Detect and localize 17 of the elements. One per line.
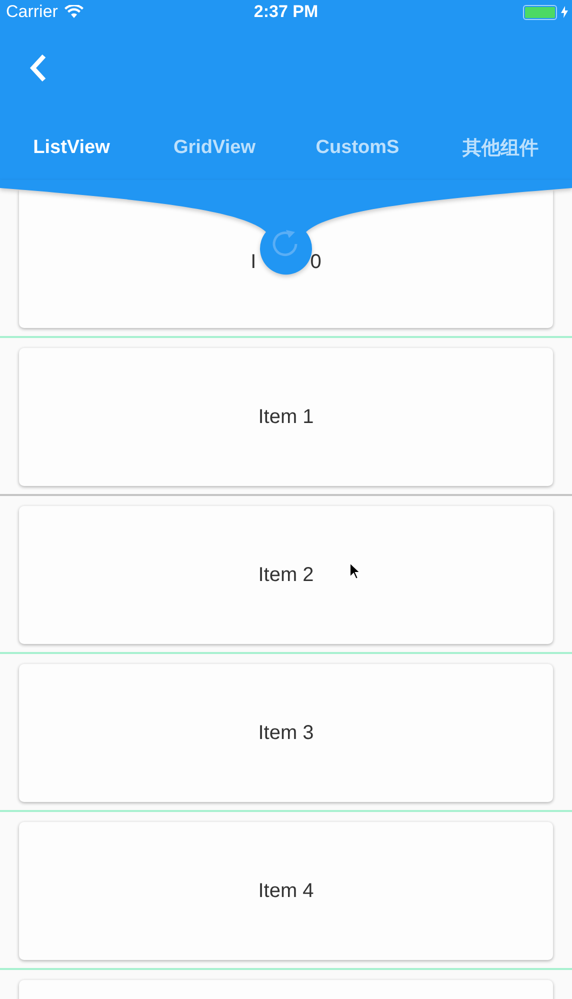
- refresh-icon: [272, 230, 298, 256]
- clock-time: 2:37 PM: [254, 2, 318, 22]
- list-card[interactable]: Item 2: [19, 506, 553, 644]
- item-label: 0: [310, 250, 322, 274]
- list-card[interactable]: Item 3: [19, 664, 553, 802]
- back-icon[interactable]: [28, 52, 48, 82]
- carrier-name: Carrier: [6, 2, 58, 22]
- list-card[interactable]: Item 4: [19, 822, 553, 960]
- item-label: Item 3: [258, 722, 314, 744]
- list-card[interactable]: Item 1: [19, 348, 553, 486]
- wifi-icon: [64, 5, 84, 19]
- item-label: Item 2: [258, 564, 314, 586]
- item-label: I: [250, 250, 256, 274]
- item-label: Item 1: [258, 406, 314, 428]
- battery-icon: [523, 4, 557, 20]
- pointer-icon: [349, 562, 361, 580]
- item-label: Item 4: [258, 880, 314, 902]
